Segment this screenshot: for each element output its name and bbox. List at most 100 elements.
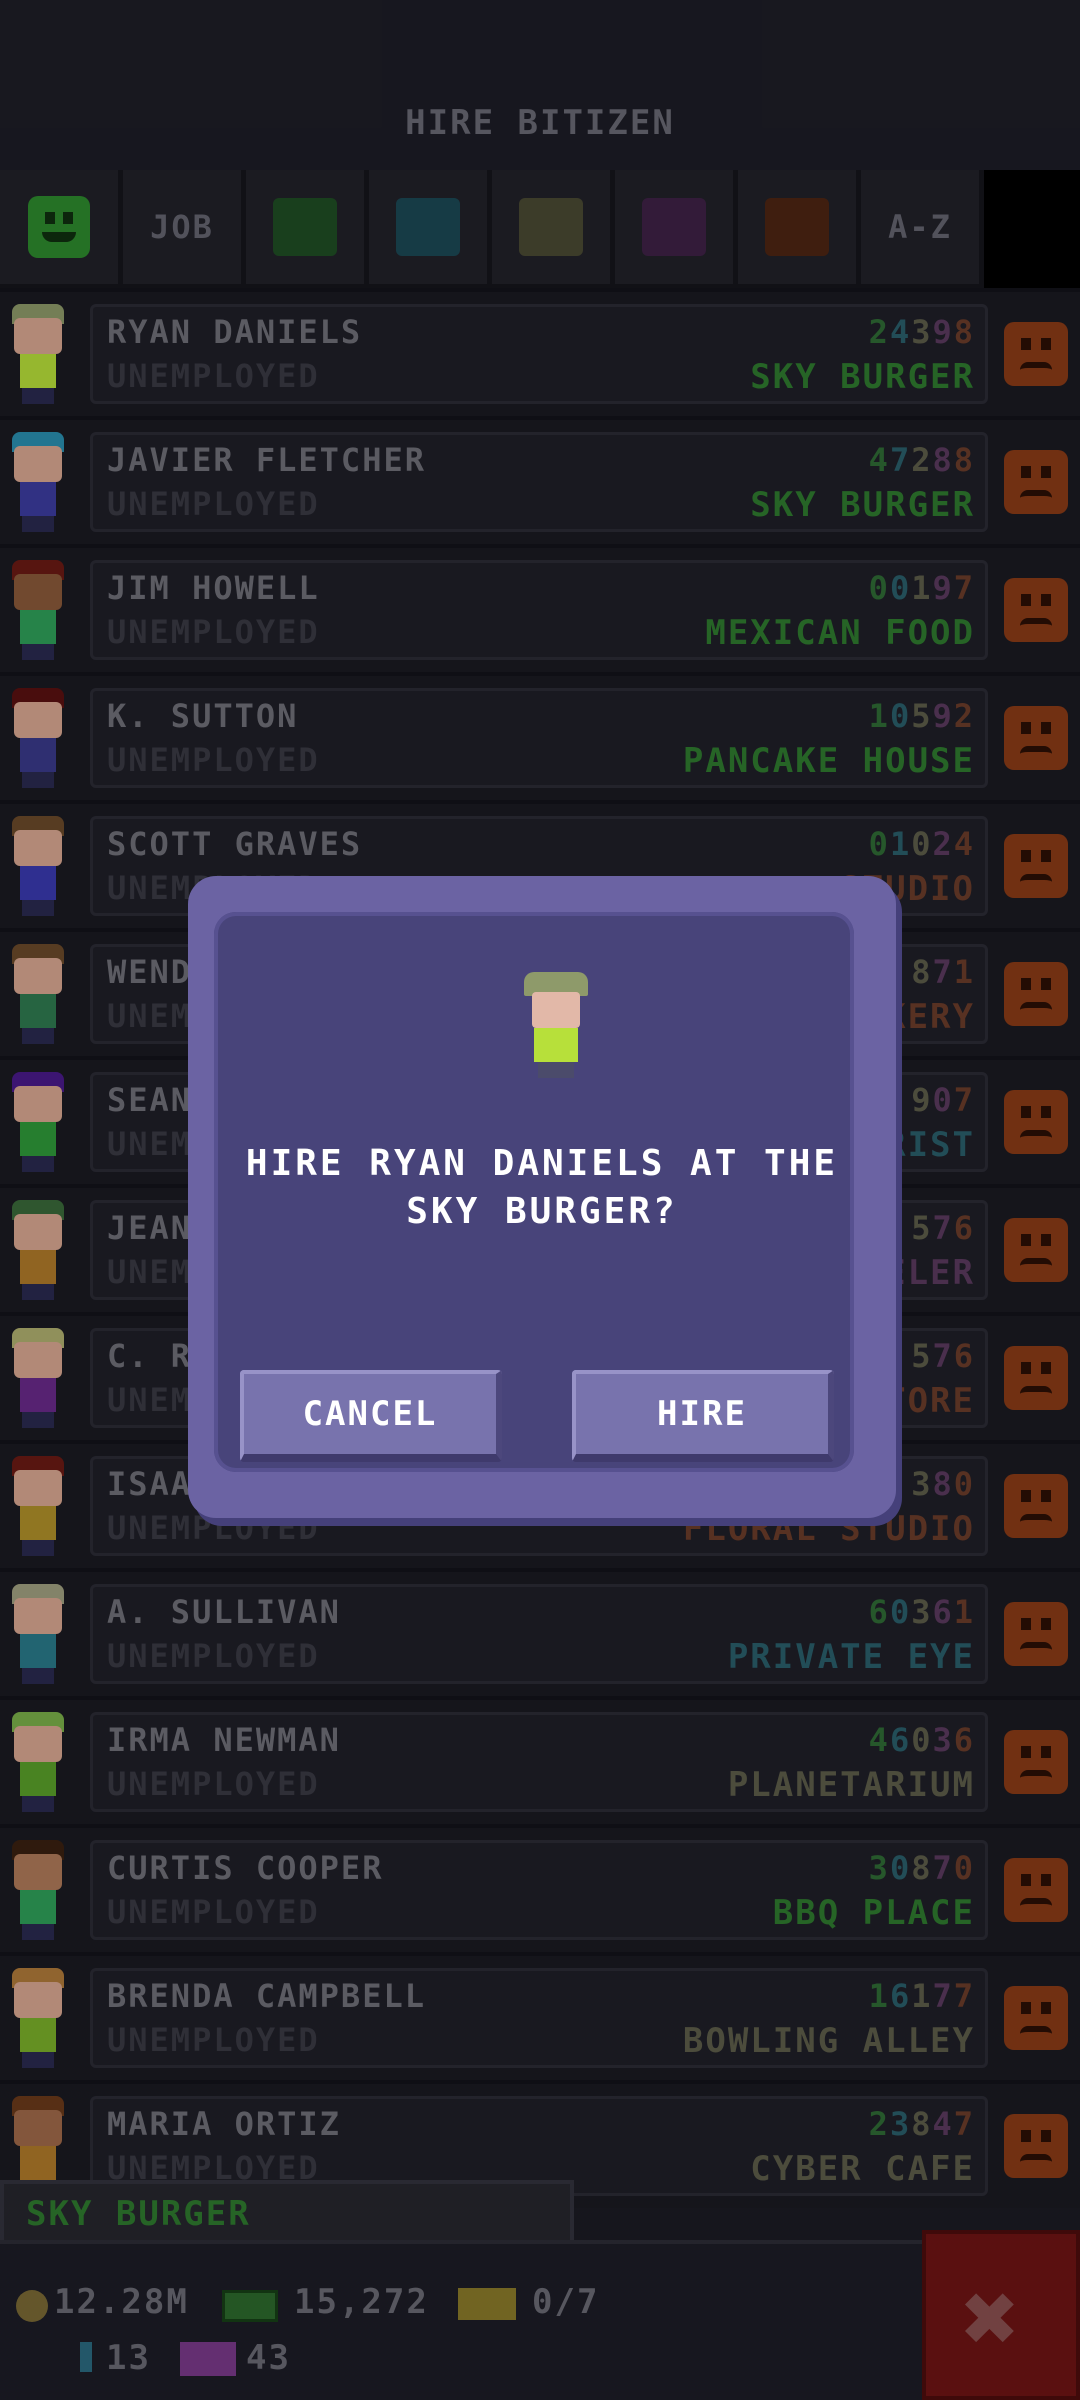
hire-confirm-message: HIRE RYAN DANIELS AT THE SKY BURGER? xyxy=(245,1143,839,1232)
category-swatch-icon xyxy=(273,198,337,256)
list-item[interactable]: A. SULLIVAN UNEMPLOYED 60361 PRIVATE EYE xyxy=(0,1568,1080,1696)
bux-icon xyxy=(222,2290,278,2322)
bitizen-card: K. SUTTON UNEMPLOYED 10592 PANCAKE HOUSE xyxy=(90,688,988,788)
page-title: HIRE BITIZEN xyxy=(405,103,675,143)
filter-happiness[interactable] xyxy=(0,170,118,288)
filter-job-category[interactable] xyxy=(615,170,733,288)
skill-stats: 46036 xyxy=(868,1721,975,1759)
category-swatch-icon xyxy=(396,198,460,256)
bitizen-name: JIM HOWELL xyxy=(107,569,320,607)
sad-face-icon xyxy=(1004,962,1068,1026)
bitizen-name: A. SULLIVAN xyxy=(107,1593,341,1631)
skill-stats: 10592 xyxy=(868,697,975,735)
filter-bar: JOB A-Z xyxy=(0,170,1080,288)
avatar-face xyxy=(532,992,580,1028)
avatar xyxy=(6,1200,70,1304)
avatar xyxy=(6,1072,70,1176)
coins-value: 12.28M xyxy=(54,2282,189,2322)
dream-job: SKY BURGER xyxy=(750,485,975,525)
bitizen-status: UNEMPLOYED xyxy=(107,1637,320,1675)
avatar xyxy=(6,944,70,1048)
bitizen-status: UNEMPLOYED xyxy=(107,613,320,651)
skill-stats: 380 xyxy=(911,1465,975,1503)
filter-job[interactable]: JOB xyxy=(123,170,241,288)
category-swatch-icon xyxy=(519,198,583,256)
avatar xyxy=(6,1968,70,2072)
filter-az[interactable]: A-Z xyxy=(861,170,979,288)
avatar xyxy=(6,816,70,920)
filter-job-category[interactable] xyxy=(738,170,856,288)
skill-stats: 576 xyxy=(911,1209,975,1247)
close-button[interactable]: ✖ xyxy=(922,2230,1080,2400)
sad-face-icon xyxy=(1004,1986,1068,2050)
filter-job-category[interactable] xyxy=(246,170,364,288)
vip-value: 0/7 xyxy=(532,2282,600,2322)
skill-stats: 30870 xyxy=(868,1849,975,1887)
sad-face-icon xyxy=(1004,1218,1068,1282)
skill-stats: 576 xyxy=(911,1337,975,1375)
bitizen-name: BRENDA CAMPBELL xyxy=(107,1977,426,2015)
smiley-icon xyxy=(28,196,90,258)
skill-stats: 871 xyxy=(911,953,975,991)
cancel-button[interactable]: CANCEL xyxy=(240,1370,502,1462)
avatar xyxy=(6,432,70,536)
list-item[interactable]: IRMA NEWMAN UNEMPLOYED 46036 PLANETARIUM xyxy=(0,1696,1080,1824)
sad-face-icon xyxy=(1004,1858,1068,1922)
dream-job: CYBER CAFE xyxy=(750,2149,975,2189)
category-swatch-icon xyxy=(642,198,706,256)
avatar xyxy=(6,304,70,408)
vip-icon xyxy=(458,2288,516,2320)
bitizen-avatar xyxy=(520,972,592,1080)
skill-stats: 24398 xyxy=(868,313,975,351)
pins-value: 13 xyxy=(106,2338,151,2378)
dream-job: PLANETARIUM xyxy=(727,1765,975,1805)
bitizen-card: BRENDA CAMPBELL UNEMPLOYED 16177 BOWLING… xyxy=(90,1968,988,2068)
bitizen-name: C. R xyxy=(107,1337,193,1375)
bitizen-status: UNEMPLOYED xyxy=(107,357,320,395)
sad-face-icon xyxy=(1004,834,1068,898)
list-item[interactable]: BRENDA CAMPBELL UNEMPLOYED 16177 BOWLING… xyxy=(0,1952,1080,2080)
skill-stats: 60361 xyxy=(868,1593,975,1631)
filter-job-category[interactable] xyxy=(369,170,487,288)
avatar xyxy=(6,560,70,664)
bitizen-status: UNEMPLOYED xyxy=(107,2021,320,2059)
title-bar: HIRE BITIZEN xyxy=(0,0,1080,170)
skill-stats: 01024 xyxy=(868,825,975,863)
filter-bar-end xyxy=(984,170,1080,288)
bitizen-status: UNEMPLOYED xyxy=(107,741,320,779)
sad-face-icon xyxy=(1004,706,1068,770)
skill-stats: 47288 xyxy=(868,441,975,479)
hire-button[interactable]: HIRE xyxy=(572,1370,834,1462)
list-item[interactable]: K. SUTTON UNEMPLOYED 10592 PANCAKE HOUSE xyxy=(0,672,1080,800)
filter-label: A-Z xyxy=(888,208,952,246)
list-item[interactable]: JAVIER FLETCHER UNEMPLOYED 47288 SKY BUR… xyxy=(0,416,1080,544)
bitizen-status: UNEMPLOYED xyxy=(107,1765,320,1803)
filter-job-category[interactable] xyxy=(492,170,610,288)
bitizen-name: CURTIS COOPER xyxy=(107,1849,384,1887)
bux-value: 15,272 xyxy=(294,2282,429,2322)
bitizen-name: K. SUTTON xyxy=(107,697,299,735)
avatar xyxy=(6,1840,70,1944)
list-item[interactable]: JIM HOWELL UNEMPLOYED 00197 MEXICAN FOOD xyxy=(0,544,1080,672)
sad-face-icon xyxy=(1004,1474,1068,1538)
bitizen-name: MARIA ORTIZ xyxy=(107,2105,341,2143)
pin-icon xyxy=(80,2342,92,2372)
dream-job: MEXICAN FOOD xyxy=(705,613,975,653)
list-item[interactable]: RYAN DANIELS UNEMPLOYED 24398 SKY BURGER xyxy=(0,288,1080,416)
avatar xyxy=(6,1456,70,1560)
skill-stats: 16177 xyxy=(868,1977,975,2015)
dream-job: PANCAKE HOUSE xyxy=(682,741,975,781)
coin-icon xyxy=(16,2290,48,2322)
dream-job: PRIVATE EYE xyxy=(727,1637,975,1677)
bitizen-name: IRMA NEWMAN xyxy=(107,1721,341,1759)
avatar-pants xyxy=(538,1062,574,1078)
bitizen-card: CURTIS COOPER UNEMPLOYED 30870 BBQ PLACE xyxy=(90,1840,988,1940)
sad-face-icon xyxy=(1004,322,1068,386)
tv-icon xyxy=(180,2342,236,2376)
list-item[interactable]: CURTIS COOPER UNEMPLOYED 30870 BBQ PLACE xyxy=(0,1824,1080,1952)
tv-value: 43 xyxy=(246,2338,291,2378)
bitizen-card: JAVIER FLETCHER UNEMPLOYED 47288 SKY BUR… xyxy=(90,432,988,532)
bitizen-status: UNEMPLOYED xyxy=(107,485,320,523)
bitizen-card: A. SULLIVAN UNEMPLOYED 60361 PRIVATE EYE xyxy=(90,1584,988,1684)
skill-stats: 00197 xyxy=(868,569,975,607)
